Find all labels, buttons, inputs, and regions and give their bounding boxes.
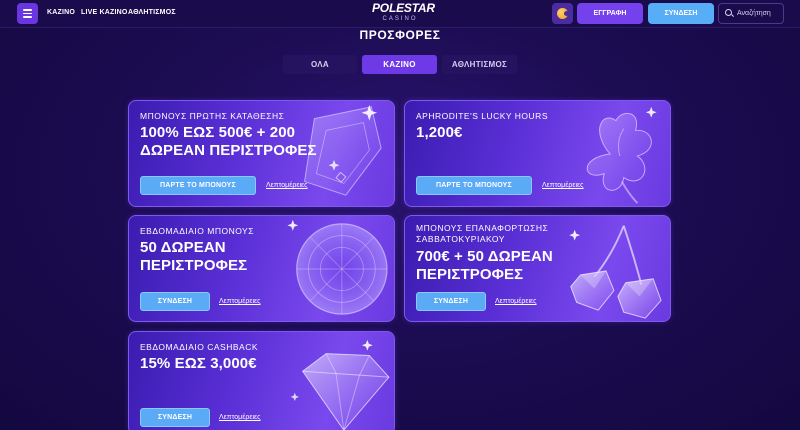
page-title: ΠΡΟΣΦΟΡΕΣ (359, 28, 441, 42)
clover-icon (586, 106, 657, 204)
claim-bonus-button[interactable]: ΠΑΡΤΕ ΤΟ ΜΠΟΝΟΥΣ (416, 176, 532, 195)
promo-title-line-1: 15% ΕΩΣ 3,000€ (140, 355, 257, 372)
promo-subtitle-line-2: ΣΑΒΒΑΤΟΚΥΡΙΑΚΟΥ (416, 234, 505, 244)
promo-subtitle: ΕΒΔΟΜΑΔΙΑΙΟ ΜΠΟΝΟΥΣ (140, 226, 254, 236)
top-navigation-bar: ΚΑΖΙΝΟ LIVE ΚΑΖΙΝΟ ΑΘΛΗΤΙΣΜΟΣ POLESTAR C… (0, 0, 800, 28)
promo-subtitle: ΜΠΟΝΟΥΣ ΠΡΩΤΗΣ ΚΑΤΑΘΕΣΗΣ (140, 111, 285, 121)
tab-sports[interactable]: ΑΘΛΗΤΙΣΜΟΣ (442, 55, 517, 74)
promo-subtitle-line-1: ΜΠΟΝΟΥΣ ΕΠΑΝΑΦΟΡΤΩΣΗΣ (416, 223, 549, 233)
search-icon (725, 9, 734, 18)
promo-card-weekly-cashback: ΕΒΔΟΜΑΔΙΑΙΟ CASHBACK 15% ΕΩΣ 3,000€ ΣΥΝΔ… (128, 331, 395, 430)
promo-card-first-deposit: ΜΠΟΝΟΥΣ ΠΡΩΤΗΣ ΚΑΤΑΘΕΣΗΣ 100% ΕΩΣ 500€ +… (128, 100, 395, 207)
search-placeholder: Αναζήτηση (737, 10, 771, 17)
logo-subtitle: CASINO (382, 16, 418, 22)
coin-icon (557, 8, 569, 19)
promo-card-weekly-bonus: ΕΒΔΟΜΑΔΙΑΙΟ ΜΠΟΝΟΥΣ 50 ΔΩΡΕΑΝ ΠΕΡΙΣΤΡΟΦΕ… (128, 215, 395, 322)
promo-subtitle: ΕΒΔΟΜΑΔΙΑΙΟ CASHBACK (140, 342, 259, 352)
claim-bonus-button[interactable]: ΠΑΡΤΕ ΤΟ ΜΠΟΝΟΥΣ (140, 176, 256, 195)
cherries-icon (569, 225, 662, 319)
login-button[interactable]: ΣΥΝΔΕΣΗ (416, 292, 486, 311)
promo-title-line-1: 50 ΔΩΡΕΑΝ (140, 239, 226, 256)
diamond-icon (290, 339, 390, 430)
promo-subtitle: APHRODITE'S LUCKY HOURS (416, 111, 548, 121)
details-link[interactable]: Λεπτομέρειες (219, 298, 261, 305)
crystal-wheel-icon (287, 219, 388, 315)
details-link[interactable]: Λεπτομέρειες (495, 298, 537, 305)
promo-title-line-1: 700€ + 50 ΔΩΡΕΑΝ (416, 248, 553, 265)
login-button[interactable]: ΣΥΝΔΕΣΗ (140, 292, 210, 311)
promo-card-lucky-hours: APHRODITE'S LUCKY HOURS 1,200€ ΠΑΡΤΕ ΤΟ … (404, 100, 671, 207)
login-button[interactable]: ΣΥΝΔΕΣΗ (140, 408, 210, 427)
details-link[interactable]: Λεπτομέρειες (542, 182, 584, 189)
search-input[interactable]: Αναζήτηση (718, 3, 784, 24)
tab-casino[interactable]: ΚΑΖΙΝΟ (362, 55, 437, 74)
promo-title-line-1: 1,200€ (416, 124, 463, 141)
promo-card-weekend-reload: ΜΠΟΝΟΥΣ ΕΠΑΝΑΦΟΡΤΩΣΗΣ ΣΑΒΒΑΤΟΚΥΡΙΑΚΟΥ 70… (404, 215, 671, 322)
hamburger-icon[interactable] (17, 3, 38, 24)
register-button[interactable]: ΕΓΓΡΑΦΗ (577, 3, 643, 24)
logo-wordmark: POLESTAR (372, 1, 435, 15)
promo-title-line-2: ΔΩΡΕΑΝ ΠΕΡΙΣΤΡΟΦΕΣ (140, 142, 317, 159)
polestar-logo[interactable]: POLESTAR CASINO (372, 1, 435, 23)
promo-title-line-1: 100% ΕΩΣ 500€ + 200 (140, 124, 296, 141)
details-link[interactable]: Λεπτομέρειες (219, 414, 261, 421)
nav-sports[interactable]: ΑΘΛΗΤΙΣΜΟΣ (128, 9, 176, 16)
login-button[interactable]: ΣΥΝΔΕΣΗ (648, 3, 714, 24)
promo-title-line-2: ΠΕΡΙΣΤΡΟΦΕΣ (416, 266, 524, 283)
details-link[interactable]: Λεπτομέρειες (266, 182, 308, 189)
tab-all[interactable]: ΟΛΑ (283, 55, 357, 74)
nav-live-casino[interactable]: LIVE ΚΑΖΙΝΟ (81, 9, 128, 16)
coin-button[interactable] (552, 3, 573, 24)
nav-casino[interactable]: ΚΑΖΙΝΟ (47, 9, 75, 16)
promo-title-line-2: ΠΕΡΙΣΤΡΟΦΕΣ (140, 257, 248, 274)
